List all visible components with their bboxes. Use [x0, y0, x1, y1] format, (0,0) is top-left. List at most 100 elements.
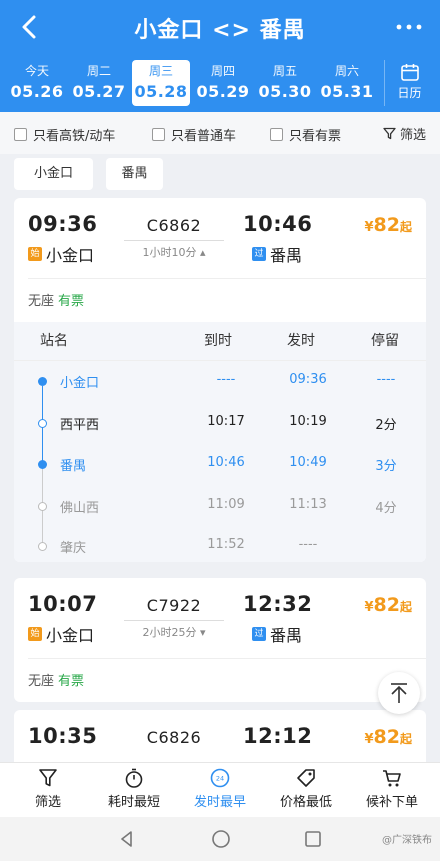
tab-shortest-duration[interactable]: 耗时最短 — [90, 767, 178, 810]
filter-bar: 只看高铁/动车 只看普通车 只看有票 筛选 — [0, 112, 440, 154]
stop-stay: 2分 — [375, 418, 397, 433]
price-suffix: 起 — [399, 600, 412, 614]
stop-name: 番禺 — [60, 459, 87, 474]
calendar-button[interactable]: 日历 — [384, 60, 434, 106]
train-code: C7922 — [146, 596, 202, 615]
clock-24-label: 24 — [216, 775, 224, 783]
tab-label: 候补下单 — [365, 795, 418, 810]
date-label: 05.29 — [196, 82, 250, 101]
stop-depart: ---- — [298, 537, 318, 552]
train-card-c6826[interactable]: 10:35 C6826 12:12 ¥82起 — [14, 710, 426, 762]
chevron-down-icon: ▾ — [199, 626, 206, 639]
clock-24-icon: 24 — [210, 768, 230, 788]
gaotie-only-checkbox[interactable]: 只看高铁/动车 — [14, 125, 115, 144]
seat-info: 无座 有票 — [28, 290, 84, 309]
station-tag-from[interactable]: 小金口 — [14, 158, 93, 190]
weekday-label: 周五 — [272, 64, 297, 78]
price-currency: ¥ — [364, 600, 374, 615]
nav-recents-icon[interactable] — [304, 830, 322, 848]
depart-time: 10:07 — [28, 592, 98, 616]
tab-filter[interactable]: 筛选 — [4, 767, 92, 810]
funnel-icon — [39, 769, 57, 787]
putong-only-checkbox[interactable]: 只看普通车 — [152, 125, 236, 144]
station-name: 小金口 — [46, 246, 95, 265]
nav-back-icon[interactable] — [118, 830, 136, 848]
tab-waitlist-order[interactable]: 候补下单 — [348, 767, 436, 810]
date-item-0527[interactable]: 周二 05.27 — [70, 60, 128, 106]
depart-time: 10:35 — [28, 724, 98, 748]
stop-name: 西平西 — [60, 418, 100, 433]
depart-station: 始小金口 — [28, 622, 94, 646]
stop-arrive: 11:09 — [207, 497, 245, 512]
seat-type: 无座 — [28, 294, 55, 309]
price-value: 82 — [373, 594, 400, 616]
price: ¥82起 — [364, 594, 412, 616]
seat-status: 有票 — [58, 674, 85, 689]
date-item-0531[interactable]: 周六 05.31 — [318, 60, 376, 106]
date-label: 05.28 — [134, 82, 188, 101]
divider — [28, 658, 426, 659]
stop-row: 番禺 10:46 10:49 3分 — [14, 455, 426, 495]
title-bar: 小金口 <> 番禺 — [0, 0, 440, 56]
station-name: 番禺 — [270, 246, 303, 265]
date-item-0529[interactable]: 周四 05.29 — [194, 60, 252, 106]
date-item-0526[interactable]: 今天 05.26 — [8, 60, 66, 106]
duration-text: 1小时10分 — [142, 246, 197, 259]
stop-depart: 10:19 — [289, 414, 327, 429]
header: 小金口 <> 番禺 今天 05.26 周二 05.27 周三 05.28 周四 05.2… — [0, 0, 440, 112]
calendar-icon — [400, 64, 419, 81]
price-currency: ¥ — [364, 220, 374, 235]
stop-stay: 4分 — [375, 501, 397, 516]
tab-earliest-departure-active[interactable]: 24 发时最早 — [176, 767, 264, 810]
tab-lowest-price[interactable]: 价格最低 — [262, 767, 350, 810]
tab-label: 发时最早 — [193, 795, 246, 810]
price-currency: ¥ — [364, 732, 374, 747]
stop-arrive: 10:17 — [207, 414, 245, 429]
stop-stay: 3分 — [375, 459, 397, 474]
arrive-time: 12:12 — [243, 724, 313, 748]
checkbox-label: 只看有票 — [289, 129, 342, 144]
duration-toggle[interactable]: 1小时10分 ▴ — [124, 240, 224, 260]
stop-depart: 09:36 — [289, 372, 327, 387]
price-tag-icon — [297, 769, 315, 787]
page-title: 小金口 <> 番禺 — [134, 18, 306, 43]
weekday-label: 今天 — [24, 64, 49, 78]
stop-name: 佛山西 — [60, 501, 100, 516]
checkbox-label: 只看普通车 — [171, 129, 237, 144]
train-card-c6862[interactable]: 09:36 C6862 1小时10分 ▴ 10:46 ¥82起 始小金口 过番禺… — [14, 198, 426, 562]
arrive-time: 10:46 — [243, 212, 313, 236]
arrow-up-icon — [391, 683, 407, 703]
more-icon[interactable] — [394, 12, 424, 42]
station-tag-to[interactable]: 番禺 — [106, 158, 163, 190]
available-only-checkbox[interactable]: 只看有票 — [270, 125, 341, 144]
checkbox-icon — [152, 128, 165, 141]
train-card-c7922[interactable]: 10:07 C7922 2小时25分 ▾ 12:32 ¥82起 始小金口 过番禺… — [14, 578, 426, 702]
start-badge: 始 — [28, 627, 42, 641]
seat-type: 无座 — [28, 674, 55, 689]
chevron-up-icon: ▴ — [199, 246, 206, 259]
checkbox-label: 只看高铁/动车 — [33, 129, 116, 144]
stop-name: 肇庆 — [60, 541, 87, 556]
weekday-label: 周四 — [210, 64, 235, 78]
date-item-0528-selected[interactable]: 周三 05.28 — [132, 60, 190, 106]
tab-label: 价格最低 — [279, 795, 332, 810]
filter-button[interactable]: 筛选 — [383, 124, 426, 143]
start-badge: 始 — [28, 247, 42, 261]
pass-badge: 过 — [252, 627, 266, 641]
scroll-to-top-button[interactable] — [378, 672, 420, 714]
divider — [28, 278, 426, 279]
seat-status: 有票 — [58, 294, 85, 309]
date-item-0530[interactable]: 周五 05.30 — [256, 60, 314, 106]
duration-text: 2小时25分 — [142, 626, 197, 639]
stopwatch-icon — [125, 768, 143, 788]
date-strip: 今天 05.26 周二 05.27 周三 05.28 周四 05.29 周五 05.30 … — [6, 60, 434, 106]
nav-home-icon[interactable] — [211, 829, 231, 849]
stop-arrive: 10:46 — [207, 455, 245, 470]
depart-station: 始小金口 — [28, 242, 94, 266]
system-navigation-bar: @广深铁布 — [0, 817, 440, 861]
date-label: 05.27 — [72, 82, 126, 101]
duration-toggle[interactable]: 2小时25分 ▾ — [124, 620, 224, 640]
price-value: 82 — [373, 214, 400, 236]
stop-name: 小金口 — [60, 376, 100, 391]
depart-time: 09:36 — [28, 212, 98, 236]
